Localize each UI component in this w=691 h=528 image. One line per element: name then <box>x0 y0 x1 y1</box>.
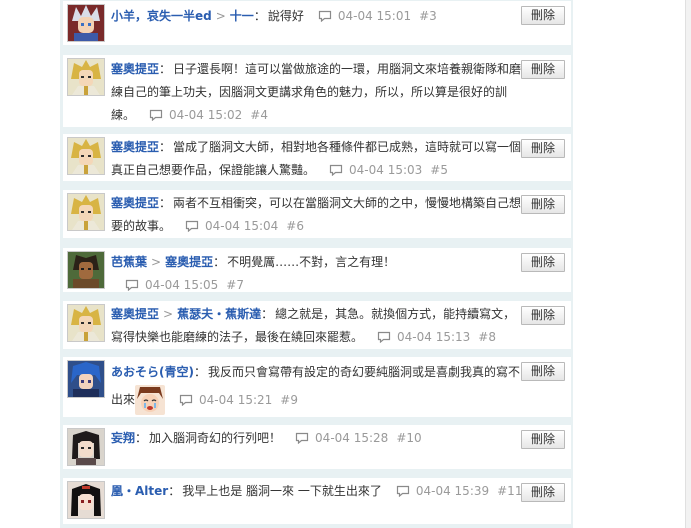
timestamp: 04-04 15:03 <box>349 163 423 177</box>
reply-icon[interactable] <box>396 485 410 497</box>
avatar[interactable] <box>67 428 105 466</box>
delete-button[interactable]: 刪除 <box>521 139 565 158</box>
comment-text: 不明覺厲……不對，言之有理！ <box>227 255 396 269</box>
colon: ： <box>159 140 172 154</box>
reply-arrow: > <box>163 307 174 321</box>
avatar[interactable] <box>67 360 105 398</box>
reply-icon[interactable] <box>185 220 199 232</box>
avatar[interactable] <box>67 481 105 519</box>
avatar[interactable] <box>67 4 105 42</box>
comment-item: 塞奧提亞： 兩者不互相衝突，可以在當腦洞文大師的之中，慢慢地構築自己想要的故事。 0… <box>63 190 571 238</box>
delete-button[interactable]: 刪除 <box>521 195 565 214</box>
comment-item: 妄翔： 加入腦洞奇幻的行列吧！ 04-04 15:28 #10 刪除 <box>63 425 571 469</box>
delete-button[interactable]: 刪除 <box>521 362 565 381</box>
timestamp: 04-04 15:28 <box>315 431 389 445</box>
floor-number: #8 <box>478 330 496 344</box>
reply-target-name[interactable]: 蕉瑟夫・蕉斯達 <box>177 307 261 321</box>
timestamp: 04-04 15:13 <box>397 330 471 344</box>
floor-number: #7 <box>226 278 244 292</box>
reply-icon[interactable] <box>377 331 391 343</box>
reply-icon[interactable] <box>329 164 343 176</box>
colon: ： <box>168 484 181 498</box>
reply-icon[interactable] <box>295 432 309 444</box>
author-name[interactable]: 芭蕉葉 <box>111 255 147 269</box>
dark-warrior-avatar-icon <box>68 252 104 288</box>
reply-target-name[interactable]: 十一 <box>230 9 254 23</box>
colon: ： <box>159 196 172 210</box>
delete-button[interactable]: 刪除 <box>521 430 565 449</box>
floor-number: #4 <box>250 108 268 122</box>
comment-text: 加入腦洞奇幻的行列吧！ <box>149 431 282 445</box>
reply-arrow: > <box>215 9 226 23</box>
blue-hair-avatar-icon <box>68 361 104 397</box>
reply-target-name[interactable]: 塞奧提亞 <box>165 255 213 269</box>
comment-item: 芭蕉葉 > 塞奧提亞： 不明覺厲……不對，言之有理！ 04-04 15:05 #7 刪除 <box>63 248 571 292</box>
crying-face-emoji-icon <box>135 385 166 415</box>
reply-icon[interactable] <box>149 109 163 121</box>
dark-hair-girl-avatar-icon <box>68 429 104 465</box>
reply-icon[interactable] <box>318 10 332 22</box>
timestamp: 04-04 15:39 <box>415 484 490 498</box>
delete-button[interactable]: 刪除 <box>521 253 565 272</box>
reply-icon[interactable] <box>179 394 193 406</box>
floor-number: #6 <box>286 219 304 233</box>
avatar[interactable] <box>67 58 105 96</box>
colon: ： <box>135 431 148 445</box>
comment-item: 小羊，哀失一半ed > 十一： 說得好 04-04 15:01 #3 刪除 <box>63 1 571 45</box>
timestamp: 04-04 15:01 <box>337 9 412 23</box>
author-name[interactable]: 凰・Alter <box>111 484 168 498</box>
black-hair-girl-avatar-icon <box>68 482 104 518</box>
author-name[interactable]: 妄翔 <box>111 431 135 445</box>
delete-button[interactable]: 刪除 <box>521 483 565 502</box>
blonde-mage-avatar-icon <box>68 59 104 95</box>
floor-number: #10 <box>396 431 422 445</box>
delete-button[interactable]: 刪除 <box>521 6 565 25</box>
comment-item: 塞奧提亞 > 蕉瑟夫・蕉斯達： 總之就是，其急。就換個方式，能持續寫文，寫得快樂也能磨… <box>63 301 571 349</box>
author-name[interactable]: 塞奧提亞 <box>111 307 159 321</box>
floor-number: #11 <box>497 484 523 498</box>
avatar[interactable] <box>67 304 105 342</box>
floor-number: #5 <box>430 163 448 177</box>
comment-item: 凰・Alter： 我早上也是 腦洞一來 一下就生出來了 04-04 15:39 #11… <box>63 478 571 524</box>
comment-item: 塞奧提亞： 日子還長啊！這可以當做旅途的一環，用腦洞文來培養親衛隊和磨練自己的筆上… <box>63 55 571 127</box>
author-name[interactable]: 塞奧提亞 <box>111 140 159 154</box>
blonde-mage-avatar-icon <box>68 194 104 230</box>
comment-item: あおそら(青空)： 我反而只會寫帶有設定的奇幻要純腦洞或是喜劇我真的寫不出來 04-… <box>63 357 571 417</box>
timestamp: 04-04 15:21 <box>199 392 273 407</box>
delete-button[interactable]: 刪除 <box>521 306 565 325</box>
avatar[interactable] <box>67 137 105 175</box>
colon: ： <box>193 365 206 379</box>
comment-text: 說得好 <box>267 9 304 23</box>
reply-arrow: > <box>151 255 162 269</box>
delete-button[interactable]: 刪除 <box>521 60 565 79</box>
floor-number: #3 <box>419 9 437 23</box>
comment-text: 我早上也是 腦洞一來 一下就生出來了 <box>182 484 382 498</box>
colon: ： <box>253 9 266 23</box>
timestamp: 04-04 15:04 <box>205 219 279 233</box>
page-scrollbar[interactable] <box>685 0 691 528</box>
blonde-mage-avatar-icon <box>68 138 104 174</box>
reply-icon[interactable] <box>125 279 139 291</box>
colon: ： <box>261 307 274 321</box>
colon: ： <box>213 255 226 269</box>
author-name[interactable]: 塞奧提亞 <box>111 62 159 76</box>
blonde-mage-avatar-icon <box>68 305 104 341</box>
author-name[interactable]: あおそら(青空) <box>111 365 194 379</box>
colon: ： <box>159 62 172 76</box>
timestamp: 04-04 15:05 <box>145 278 219 292</box>
avatar[interactable] <box>67 251 105 289</box>
avatar[interactable] <box>67 193 105 231</box>
floor-number: #9 <box>280 392 298 407</box>
author-name[interactable]: 塞奧提亞 <box>111 196 159 210</box>
silver-hair-avatar-icon <box>68 5 104 41</box>
author-name[interactable]: 小羊，哀失一半ed <box>111 9 212 23</box>
comment-item: 塞奧提亞： 當成了腦洞文大師，相對地各種條件都已成熟，這時就可以寫一個真正自己想要… <box>63 134 571 181</box>
timestamp: 04-04 15:02 <box>169 108 243 122</box>
